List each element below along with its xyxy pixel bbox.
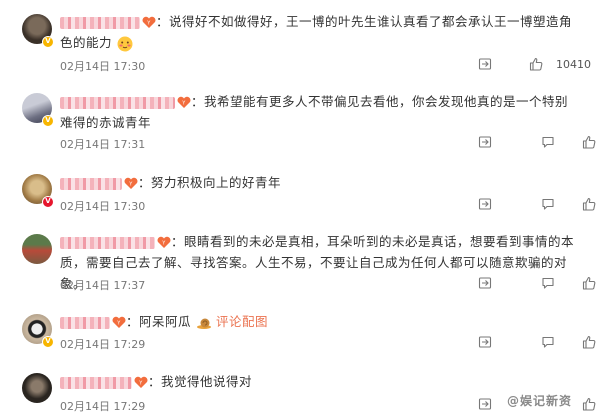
verified-badge-icon: V	[42, 336, 54, 348]
share-icon[interactable]	[478, 397, 492, 411]
username[interactable]	[60, 236, 155, 249]
comment-text: 阿呆阿瓜	[139, 314, 192, 329]
share-icon[interactable]	[478, 197, 492, 211]
timestamp: 02月14日 17:29	[60, 338, 146, 351]
timestamp: 02月14日 17:30	[60, 60, 146, 73]
timestamp: 02月14日 17:29	[60, 400, 146, 413]
comment-body: Y ：说得好不如做得好，王一博的叶先生谁认真看了都会承认王一博塑造角色的能力	[60, 14, 573, 52]
blush-emoji-icon	[117, 36, 133, 52]
comment-meta: 02月14日 17:29 2611	[60, 335, 596, 351]
share-icon[interactable]	[478, 57, 492, 71]
like-icon[interactable]	[582, 197, 596, 211]
username[interactable]	[60, 376, 132, 389]
avatar[interactable]	[22, 373, 52, 403]
like-icon[interactable]	[582, 335, 596, 349]
share-icon[interactable]	[478, 276, 492, 290]
fan-badge-icon: Y	[177, 96, 191, 108]
share-icon[interactable]	[478, 335, 492, 349]
username[interactable]	[60, 177, 122, 190]
verified-badge-icon: V	[42, 36, 54, 48]
comment-body: Y ：阿呆阿瓜 评论配图	[60, 311, 576, 332]
comment-meta: 02月14日 17:30 10410	[60, 57, 591, 73]
svg-text:Y: Y	[116, 321, 121, 327]
comment-text: 我觉得他说得对	[161, 374, 253, 389]
comment-icon[interactable]	[541, 135, 555, 149]
comment-body: Y ：努力积极向上的好青年	[60, 172, 576, 193]
verified-badge-icon: V	[42, 196, 54, 208]
comment-meta: 02月14日 17:29 2462	[60, 397, 596, 413]
username[interactable]	[60, 16, 140, 29]
like-icon[interactable]	[529, 57, 543, 71]
fan-badge-icon: Y	[142, 16, 156, 28]
comment-icon[interactable]	[541, 197, 555, 211]
fan-badge-icon: Y	[124, 177, 138, 189]
image-comment-link[interactable]: 评论配图	[216, 314, 268, 329]
comment-text: 努力积极向上的好青年	[151, 175, 282, 190]
timestamp: 02月14日 17:30	[60, 200, 146, 213]
comment-meta: 02月14日 17:30 4938	[60, 197, 596, 213]
verified-badge-icon: V	[42, 115, 54, 127]
snail-emoji-icon	[196, 315, 212, 331]
username[interactable]	[60, 96, 175, 109]
like-count: 10410	[556, 58, 591, 71]
svg-text:Y: Y	[128, 182, 133, 188]
comment-body: Y ：我觉得他说得对	[60, 371, 576, 392]
avatar[interactable]	[22, 234, 52, 264]
share-icon[interactable]	[478, 135, 492, 149]
fan-badge-icon: Y	[157, 236, 171, 248]
svg-text:Y: Y	[146, 21, 151, 27]
comment-icon[interactable]	[541, 335, 555, 349]
timestamp: 02月14日 17:31	[60, 138, 146, 151]
watermark: @娱记新资	[507, 394, 573, 408]
comment-icon[interactable]	[541, 276, 555, 290]
like-icon[interactable]	[582, 135, 596, 149]
like-icon[interactable]	[582, 397, 596, 411]
timestamp: 02月14日 17:37	[60, 279, 146, 292]
svg-text:Y: Y	[138, 381, 143, 387]
comment-meta: 02月14日 17:31 8367	[60, 135, 596, 151]
svg-text:Y: Y	[181, 101, 186, 107]
username[interactable]	[60, 316, 110, 329]
comment-meta: 02月14日 17:37 3858	[60, 276, 596, 292]
svg-text:Y: Y	[161, 241, 166, 247]
fan-badge-icon: Y	[112, 316, 126, 328]
fan-badge-icon: Y	[134, 376, 148, 388]
comment-body: Y ：我希望能有更多人不带偏见去看他，你会发现他真的是一个特别难得的赤诚青年	[60, 94, 569, 130]
like-icon[interactable]	[582, 276, 596, 290]
